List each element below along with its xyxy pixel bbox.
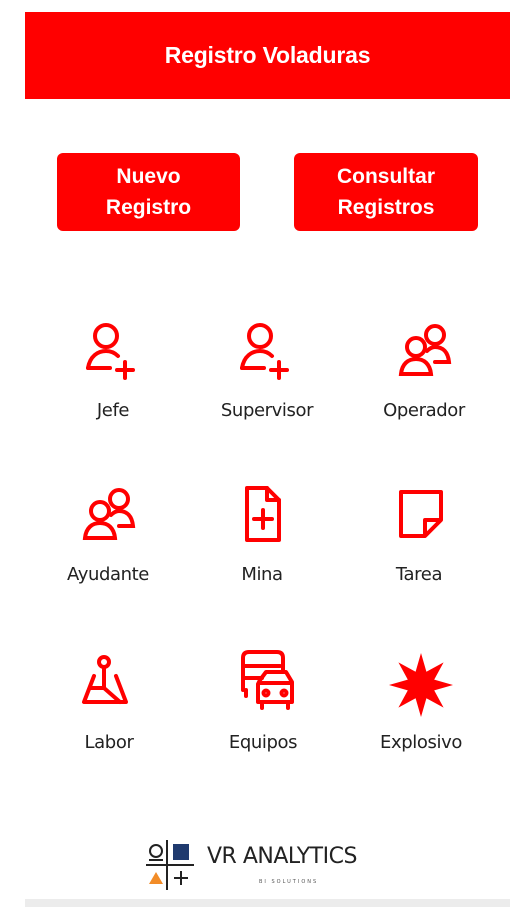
- note-icon: [399, 490, 443, 538]
- menu-item-mina[interactable]: Mina: [192, 482, 332, 612]
- menu-item-tarea[interactable]: Tarea: [349, 482, 489, 612]
- menu-item-supervisor[interactable]: Supervisor: [197, 318, 337, 448]
- document-add-icon: [245, 486, 281, 542]
- query-records-label-line2: Registros: [337, 196, 435, 219]
- menu-item-label: Labor: [84, 732, 134, 753]
- app-header: Registro Voladuras: [25, 12, 510, 99]
- menu-item-label: Ayudante: [67, 564, 149, 585]
- menu-item-label: Operador: [383, 400, 465, 421]
- logo-tagline: BI SOLUTIONS: [259, 879, 319, 885]
- menu-item-label: Tarea: [395, 564, 443, 585]
- bottom-divider: [25, 899, 510, 907]
- people-icon: [82, 488, 136, 540]
- user-add-icon: [86, 323, 135, 380]
- menu-item-label: Equipos: [228, 732, 298, 753]
- menu-item-labor[interactable]: Labor: [39, 650, 179, 780]
- query-records-label-line1: Consultar: [336, 165, 435, 188]
- explosion-icon: [389, 653, 453, 717]
- company-logo: VR ANALYTICS BI SOLUTIONS: [140, 838, 400, 892]
- vehicles-icon: [241, 650, 294, 710]
- logo-name: VR ANALYTICS: [207, 844, 357, 869]
- page-title: Registro Voladuras: [164, 42, 371, 68]
- new-record-button[interactable]: Nuevo Registro: [57, 153, 240, 231]
- location-map-icon: [82, 655, 128, 704]
- new-record-label-line2: Registro: [105, 196, 192, 219]
- vr-analytics-logo-icon: [146, 840, 194, 890]
- menu-item-label: Mina: [241, 564, 283, 585]
- menu-item-label: Explosivo: [380, 732, 462, 753]
- menu-item-operador[interactable]: Operador: [354, 318, 494, 448]
- menu-item-label: Supervisor: [220, 400, 314, 421]
- people-icon: [398, 324, 452, 376]
- menu-item-equipos[interactable]: Equipos: [193, 650, 333, 780]
- user-add-icon: [240, 323, 289, 380]
- query-records-button[interactable]: Consultar Registros: [294, 153, 478, 231]
- menu-item-explosivo[interactable]: Explosivo: [351, 650, 491, 780]
- new-record-label-line1: Nuevo: [116, 165, 181, 188]
- menu-item-jefe[interactable]: Jefe: [43, 318, 183, 448]
- menu-item-label: Jefe: [96, 400, 130, 421]
- menu-item-ayudante[interactable]: Ayudante: [38, 482, 178, 612]
